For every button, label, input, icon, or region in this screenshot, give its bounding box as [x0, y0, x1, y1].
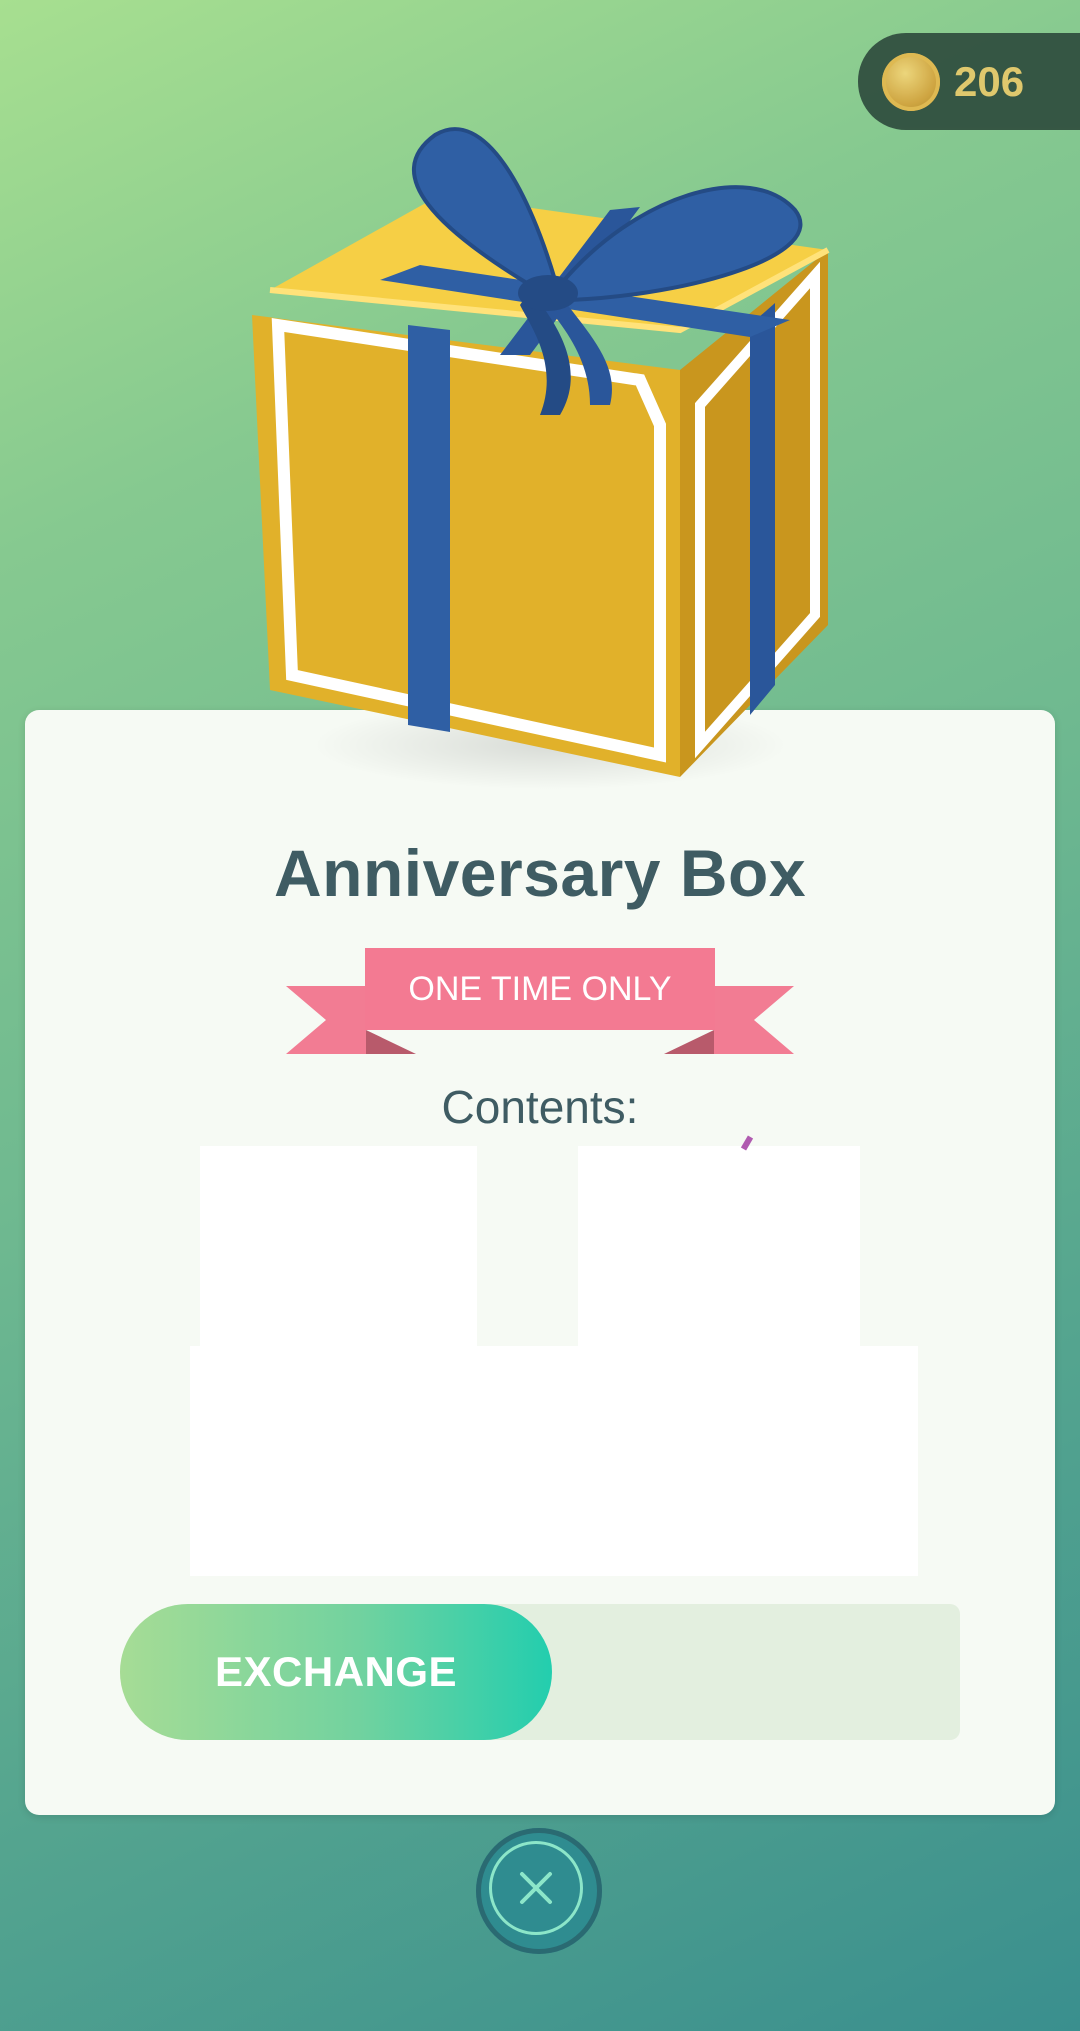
exchange-label: EXCHANGE	[215, 1648, 458, 1695]
coin-count: 206	[954, 58, 1025, 105]
exchange-button[interactable]: EXCHANGE	[120, 1604, 552, 1740]
coin-balance: 206	[858, 33, 1080, 130]
pokecoin-icon	[882, 53, 940, 111]
item-title: Anniversary Box	[273, 836, 807, 910]
ribbon-label: ONE TIME ONLY	[408, 970, 672, 1008]
close-button[interactable]	[476, 1828, 602, 1954]
contents-label: Contents:	[441, 1081, 639, 1133]
content-item-2	[578, 1146, 860, 1346]
content-items-row	[190, 1346, 918, 1576]
close-icon	[489, 1841, 583, 1935]
content-item-1	[200, 1146, 477, 1346]
gift-box-icon	[230, 115, 850, 795]
